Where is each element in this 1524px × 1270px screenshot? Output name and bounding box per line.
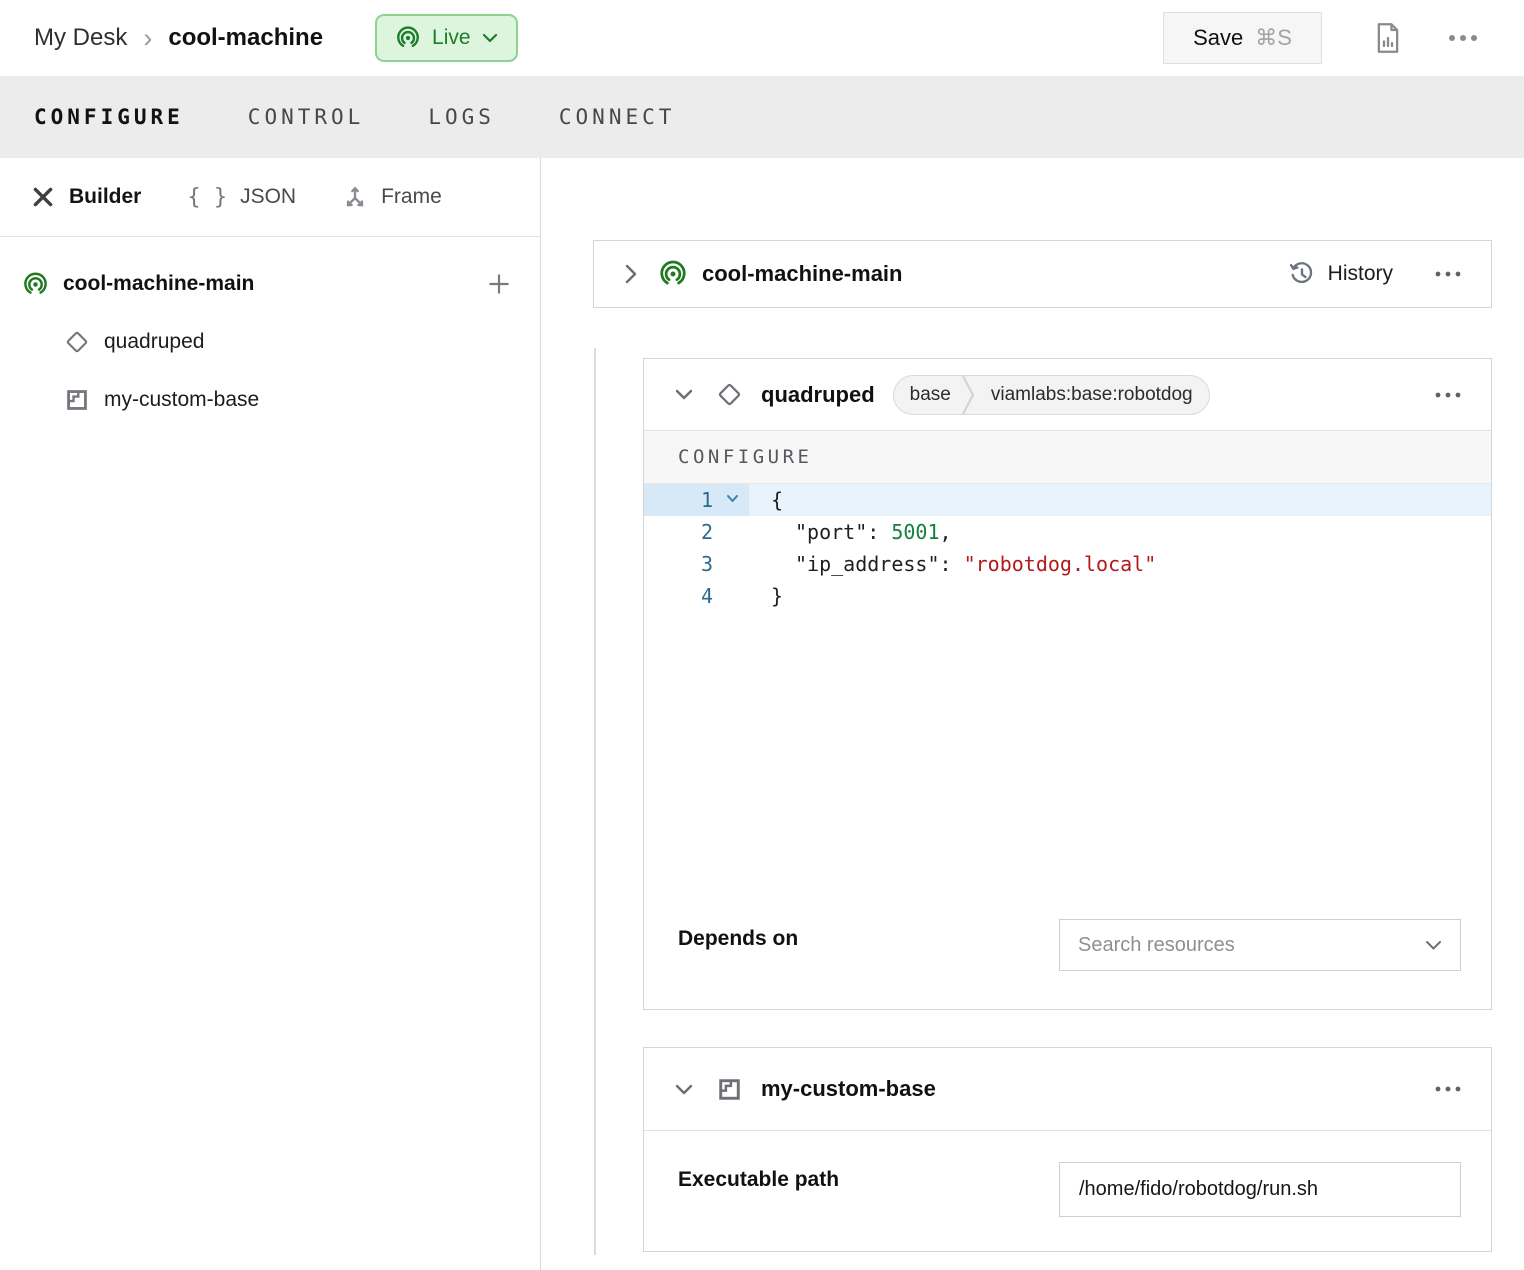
machine-tab-bar: CONFIGURE CONTROL LOGS CONNECT [0, 76, 1524, 158]
machine-part-icon [395, 25, 421, 51]
tree-item-label: my-custom-base [104, 388, 259, 412]
code-token-string: "robotdog.local" [964, 552, 1157, 576]
chevron-down-icon [1425, 940, 1442, 951]
component-diamond-icon [64, 329, 90, 355]
live-status-label: Live [432, 26, 471, 50]
resource-tree: cool-machine-main quadruped [0, 237, 540, 429]
history-button-label: History [1328, 262, 1393, 286]
save-shortcut-hint: ⌘S [1255, 25, 1292, 51]
mode-builder-label: Builder [69, 185, 141, 209]
attributes-json-editor[interactable]: 1 { 2 "port": 5001, 3 "ip_addr [644, 484, 1491, 612]
code-line: 1 { [644, 484, 1491, 516]
document-chart-icon [1374, 22, 1402, 54]
collapse-chevron-down-icon[interactable] [674, 1083, 694, 1096]
code-token: : [867, 520, 891, 544]
component-card-menu-button[interactable] [1435, 392, 1461, 398]
component-model-badge: viamlabs:base:robotdog [975, 384, 1209, 406]
module-card: my-custom-base Executable path [643, 1047, 1492, 1252]
ellipsis-icon [1435, 392, 1461, 398]
component-title: quadruped [761, 382, 875, 408]
breadcrumb-machine-name: cool-machine [168, 24, 323, 52]
machine-logs-report-button[interactable] [1374, 22, 1402, 54]
code-line: 4 } [644, 580, 1491, 612]
tree-item-my-custom-base[interactable]: my-custom-base [0, 371, 540, 429]
component-diamond-icon [716, 381, 743, 408]
top-header: My Desk › cool-machine Live Save ⌘S [0, 0, 1524, 76]
header-overflow-menu-button[interactable] [1448, 34, 1478, 42]
code-token-number: 5001 [891, 520, 939, 544]
code-token: "ip_address" [795, 552, 940, 576]
save-button[interactable]: Save ⌘S [1163, 12, 1322, 64]
component-type-model-badge: base viamlabs:base:robotdog [893, 375, 1210, 415]
line-number: 4 [701, 584, 713, 608]
crossed-tools-icon [30, 184, 56, 210]
view-mode-toggle: Builder { } JSON Frame [0, 158, 540, 237]
tree-item-label: quadruped [104, 330, 204, 354]
ellipsis-icon [1435, 1086, 1461, 1092]
executable-path-input[interactable] [1059, 1162, 1461, 1217]
module-icon [64, 387, 90, 413]
code-token: : [940, 552, 964, 576]
module-title: my-custom-base [761, 1076, 936, 1102]
quadruped-component-card: quadruped base viamlabs:base:robotdog [643, 358, 1492, 1010]
add-resource-button[interactable] [486, 271, 512, 297]
history-clock-icon [1288, 260, 1316, 288]
tree-item-quadruped[interactable]: quadruped [0, 313, 540, 371]
mode-json-label: JSON [240, 185, 296, 209]
mode-frame[interactable]: Frame [342, 184, 442, 210]
machine-part-title: cool-machine-main [702, 261, 902, 287]
json-braces-icon: { } [187, 185, 227, 210]
part-card-menu-button[interactable] [1435, 271, 1461, 277]
line-number: 3 [701, 552, 713, 576]
executable-path-label: Executable path [678, 1168, 839, 1192]
module-icon [716, 1076, 743, 1103]
expand-chevron-right-icon[interactable] [624, 263, 638, 285]
tab-logs[interactable]: LOGS [428, 105, 495, 129]
nesting-guide-line [594, 348, 596, 1255]
depends-on-label: Depends on [678, 927, 798, 951]
live-status-dropdown[interactable]: Live [375, 14, 518, 62]
ellipsis-icon [1435, 271, 1461, 277]
code-token: } [771, 584, 783, 608]
collapse-chevron-down-icon[interactable] [674, 388, 694, 401]
code-token: "port" [795, 520, 867, 544]
breadcrumb-separator: › [143, 25, 152, 52]
chevron-down-icon [482, 33, 498, 43]
tree-item-machine-part[interactable]: cool-machine-main [0, 255, 540, 313]
module-card-menu-button[interactable] [1435, 1086, 1461, 1092]
machine-part-card: cool-machine-main History [593, 240, 1492, 308]
machine-part-icon [22, 271, 49, 298]
machine-part-icon [658, 259, 688, 289]
frame-axes-icon [342, 184, 368, 210]
code-token: , [940, 520, 952, 544]
tree-item-label: cool-machine-main [63, 272, 254, 296]
mode-json[interactable]: { } JSON [187, 185, 296, 210]
code-line: 2 "port": 5001, [644, 516, 1491, 548]
plus-icon [486, 271, 512, 297]
code-token: { [771, 488, 783, 512]
configure-main-panel: cool-machine-main History [541, 158, 1524, 1270]
configure-sidebar: Builder { } JSON Frame [0, 158, 541, 1270]
mode-builder[interactable]: Builder [30, 184, 141, 210]
mode-frame-label: Frame [381, 185, 442, 209]
history-button[interactable]: History [1288, 260, 1393, 288]
tab-control[interactable]: CONTROL [248, 105, 365, 129]
breadcrumb-root-link[interactable]: My Desk [34, 24, 127, 52]
line-number: 2 [701, 520, 713, 544]
module-card-header: my-custom-base [644, 1048, 1491, 1131]
save-button-label: Save [1193, 25, 1243, 51]
component-type-badge: base [894, 384, 961, 406]
code-line: 3 "ip_address": "robotdog.local" [644, 548, 1491, 580]
tab-connect[interactable]: CONNECT [559, 105, 676, 129]
configure-section-label: CONFIGURE [644, 431, 1491, 484]
line-number: 1 [701, 488, 713, 512]
code-fold-chevron-icon[interactable] [726, 494, 739, 503]
search-resources-input[interactable] [1078, 934, 1425, 957]
component-card-header: quadruped base viamlabs:base:robotdog [644, 359, 1491, 431]
depends-on-select[interactable] [1059, 919, 1461, 971]
ellipsis-icon [1448, 34, 1478, 42]
tab-configure[interactable]: CONFIGURE [34, 105, 184, 129]
badge-divider-chevron [961, 375, 975, 415]
